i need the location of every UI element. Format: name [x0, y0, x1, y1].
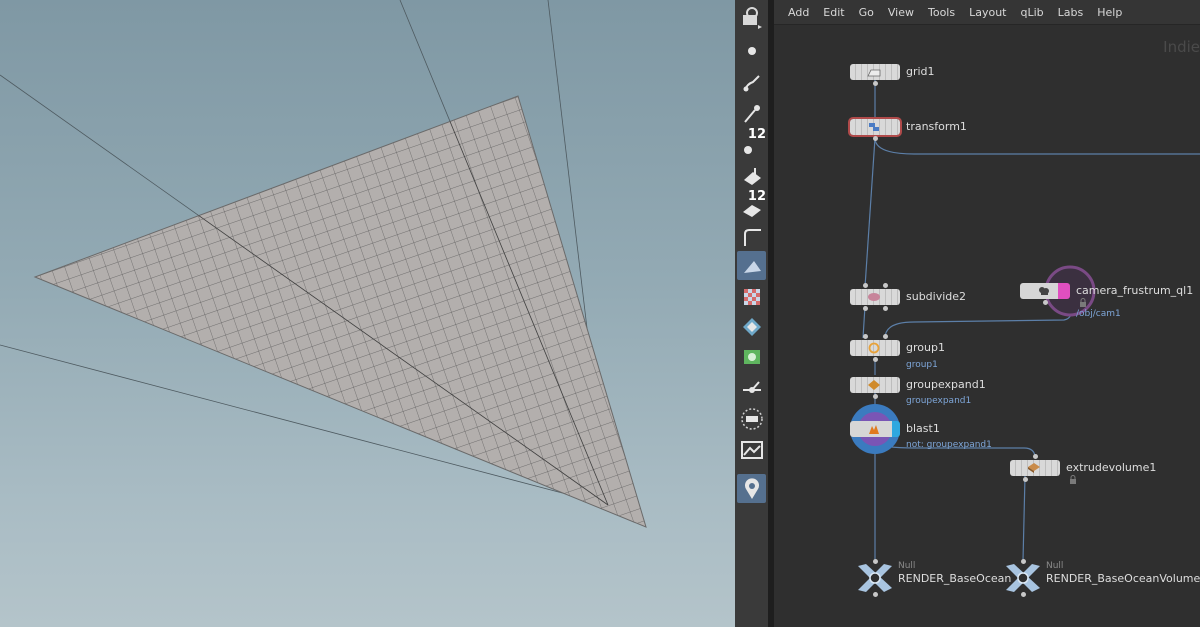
output-connector[interactable]: [1043, 300, 1048, 305]
extrude-icon: [1028, 463, 1040, 473]
output-connector[interactable]: [1021, 592, 1026, 597]
node-label: RENDER_BaseOceanVolume: [1046, 572, 1200, 585]
points-count-badge: 12: [747, 127, 766, 142]
node-parameter: not: groupexpand1: [906, 440, 992, 450]
output-connector[interactable]: [863, 306, 868, 311]
node-label: groupexpand1: [906, 378, 986, 391]
camera-icon: [1039, 287, 1049, 295]
wire: [864, 137, 876, 288]
node-render-baseoceanvolume[interactable]: Null RENDER_BaseOceanVolume: [1004, 559, 1200, 598]
points-12-icon[interactable]: 12: [737, 127, 766, 159]
node-render-baseocean[interactable]: Null RENDER_BaseOcean: [856, 559, 1011, 598]
grid-plane: [33, 95, 647, 528]
output-connector[interactable]: [883, 306, 888, 311]
node-label: extrudevolume1: [1066, 461, 1157, 474]
display-icon[interactable]: [737, 436, 766, 465]
group-icon: [868, 342, 880, 354]
node-body[interactable]: [850, 377, 900, 393]
node-parameter: groupexpand1: [906, 396, 972, 406]
groupexpand-icon: [868, 380, 880, 390]
node-type: Null: [1046, 561, 1064, 571]
input-connector[interactable]: [1033, 454, 1038, 459]
node-wires: [850, 80, 1200, 562]
node-label: subdivide2: [906, 290, 967, 303]
output-connector[interactable]: [873, 357, 878, 362]
uv-icon[interactable]: [737, 342, 766, 371]
node-body[interactable]: [1010, 460, 1060, 476]
node-body[interactable]: [850, 421, 900, 437]
input-connector[interactable]: [863, 283, 868, 288]
poly-count-badge: 12: [747, 189, 766, 204]
node-label: RENDER_BaseOcean: [898, 572, 1012, 585]
node-body[interactable]: [848, 117, 902, 137]
input-connector[interactable]: [1021, 559, 1026, 564]
node-type: Null: [898, 561, 916, 571]
output-connector[interactable]: [873, 394, 878, 399]
node-label: blast1: [906, 422, 940, 435]
checker-icon[interactable]: [737, 282, 766, 311]
tool-shelf: 12 12: [735, 0, 769, 627]
poly-12-icon[interactable]: 12: [737, 189, 766, 221]
null-icon: [1006, 564, 1040, 592]
brush-icon[interactable]: [737, 68, 766, 97]
input-connector[interactable]: [873, 559, 878, 564]
node-body[interactable]: [850, 340, 900, 356]
node-body[interactable]: [850, 64, 900, 80]
node-parameter: /obj/cam1: [1076, 309, 1121, 319]
wire: [874, 137, 1200, 155]
lock-icon: [1080, 298, 1086, 307]
null-icon: [858, 564, 892, 592]
node-label: grid1: [906, 65, 935, 78]
node-label: group1: [906, 341, 945, 354]
pivot-icon[interactable]: [737, 374, 766, 403]
visibility-icon[interactable]: [737, 312, 766, 341]
grid-icon: [867, 69, 881, 77]
output-connector[interactable]: [1023, 477, 1028, 482]
edge-icon[interactable]: [737, 222, 766, 251]
view-handle-icon[interactable]: [737, 2, 766, 31]
wire: [1022, 475, 1026, 562]
input-connector[interactable]: [883, 334, 888, 339]
transform-icon: [869, 123, 879, 131]
node-body[interactable]: [850, 289, 900, 305]
select-face-icon[interactable]: [737, 251, 766, 280]
output-connector[interactable]: [873, 592, 878, 597]
viewport-scene: [0, 0, 647, 528]
lock-icon: [1070, 475, 1076, 484]
output-connector[interactable]: [873, 81, 878, 86]
output-connector[interactable]: [873, 136, 878, 141]
point-icon[interactable]: [737, 36, 766, 65]
input-connector[interactable]: [863, 334, 868, 339]
pin-marker-icon[interactable]: [737, 474, 766, 503]
3d-viewport[interactable]: [0, 0, 735, 627]
node-parameter: group1: [906, 360, 938, 370]
subdivide-icon: [868, 293, 880, 301]
pin-icon[interactable]: [737, 98, 766, 127]
blast-icon: [869, 425, 879, 434]
node-label: transform1: [906, 120, 967, 133]
network-editor[interactable]: Add Edit Go View Tools Layout qLib Labs …: [774, 0, 1200, 627]
primitive-icon[interactable]: [737, 160, 766, 189]
snap-icon[interactable]: [737, 404, 766, 433]
wire: [884, 305, 1072, 339]
node-body[interactable]: [1020, 283, 1070, 299]
input-connector[interactable]: [883, 283, 888, 288]
node-label: camera_frustrum_ql1: [1076, 284, 1194, 297]
